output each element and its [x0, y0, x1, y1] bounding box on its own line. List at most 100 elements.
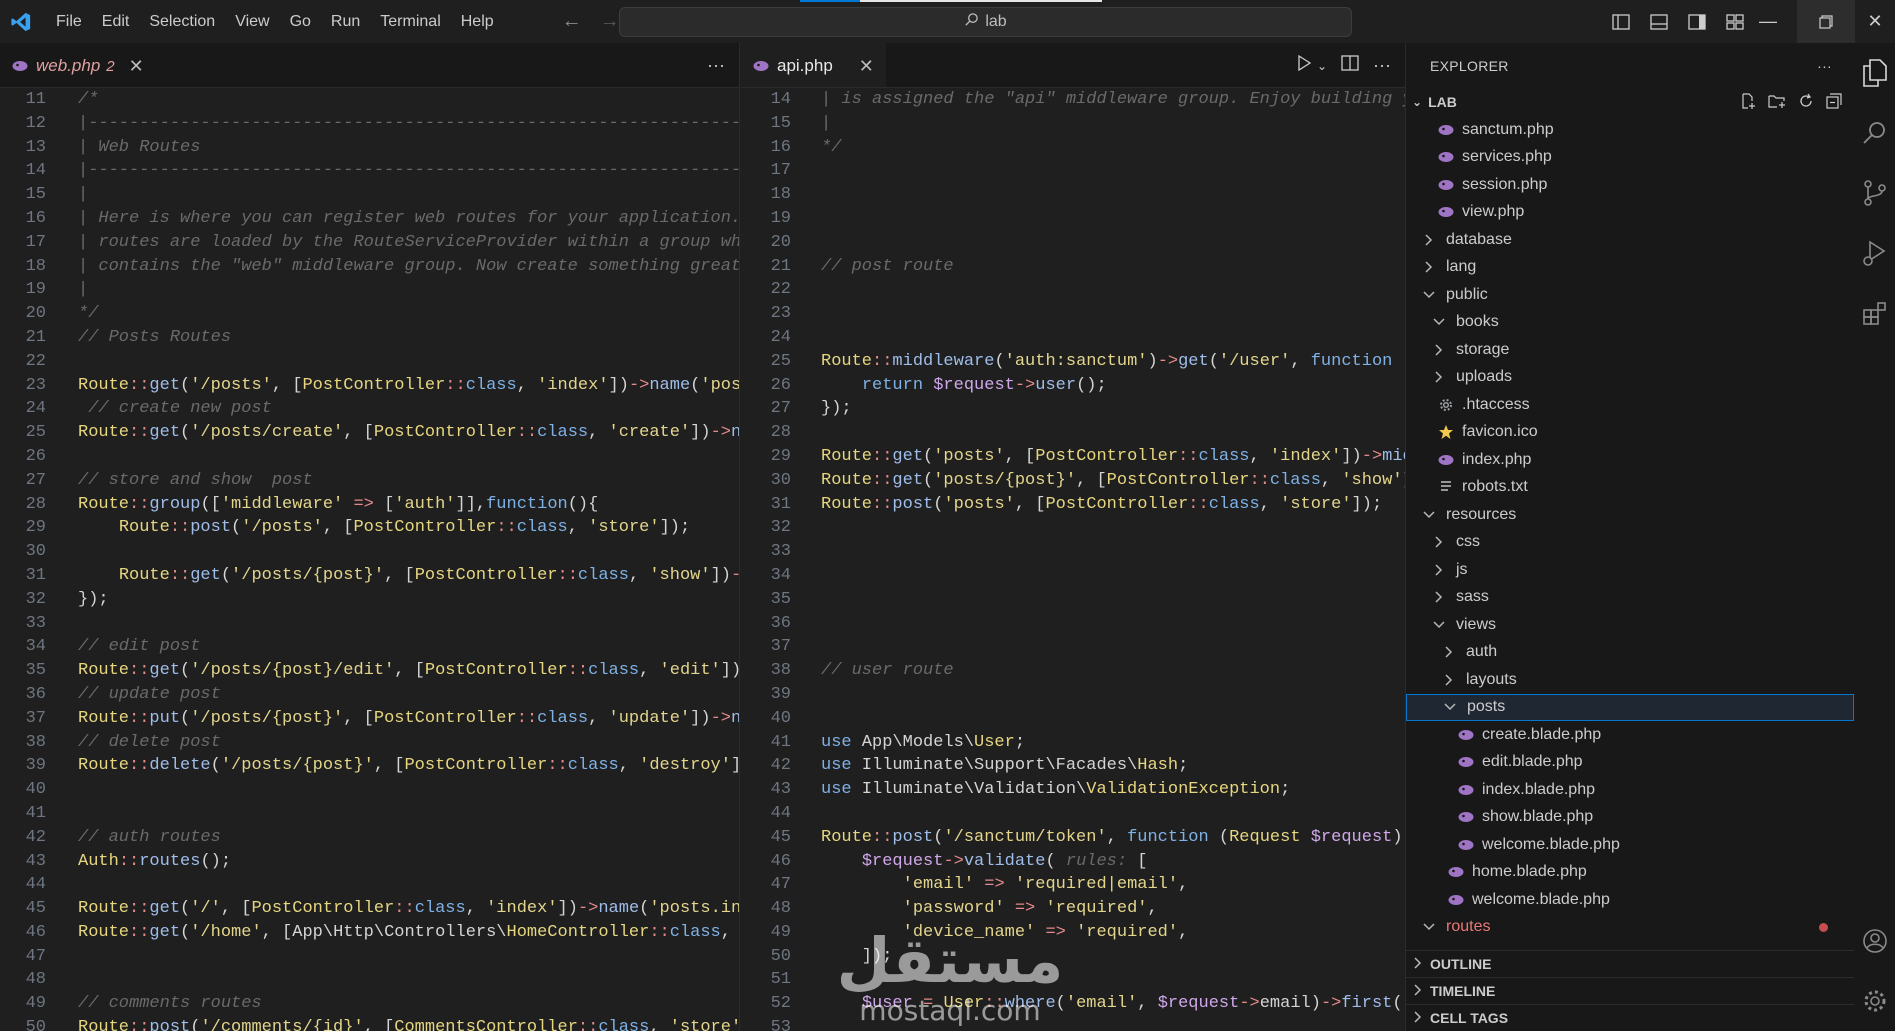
extensions-icon[interactable]: [1854, 283, 1895, 343]
tree-folder[interactable]: posts: [1406, 693, 1854, 721]
menu-go[interactable]: Go: [280, 0, 321, 43]
account-icon[interactable]: [1854, 911, 1895, 971]
favicon-star-icon: [1436, 424, 1456, 440]
tree-folder[interactable]: public: [1406, 281, 1854, 309]
tab-bar-left: web.php 2 ✕ ···: [0, 43, 739, 88]
code-token: ::: [118, 851, 140, 871]
workspace-section-header[interactable]: ⌄ LAB: [1406, 88, 1854, 116]
code-token: App\Models\: [851, 732, 975, 752]
tree-folder[interactable]: routes: [1406, 914, 1854, 942]
split-editor-icon[interactable]: [1341, 55, 1359, 76]
settings-gear-icon[interactable]: [1854, 971, 1895, 1031]
tree-folder[interactable]: database: [1406, 226, 1854, 254]
tree-folder[interactable]: sass: [1406, 584, 1854, 612]
new-folder-icon[interactable]: [1768, 93, 1786, 112]
code-token: function: [1127, 827, 1209, 847]
menu-edit[interactable]: Edit: [92, 0, 140, 43]
tree-file[interactable]: edit.blade.php: [1406, 749, 1854, 777]
section-timeline[interactable]: TIMELINE: [1406, 977, 1854, 1004]
toggle-primary-sidebar-icon[interactable]: [1610, 11, 1632, 33]
tree-folder[interactable]: views: [1406, 611, 1854, 639]
tree-file[interactable]: robots.txt: [1406, 474, 1854, 502]
explorer-icon[interactable]: [1854, 43, 1895, 103]
chevron-right-icon: [1432, 344, 1446, 356]
tree-folder[interactable]: js: [1406, 556, 1854, 584]
menu-run[interactable]: Run: [321, 0, 370, 43]
tree-file[interactable]: .htaccess: [1406, 391, 1854, 419]
code-line: 29 Route::get('posts', [PostController::c…: [741, 445, 1405, 469]
refresh-icon[interactable]: [1798, 93, 1814, 112]
line-number: 43: [770, 780, 791, 800]
code-token: $user: [861, 994, 913, 1014]
line-code: | routes are loaded by the RouteServiceP…: [46, 231, 739, 255]
code-line: 44: [741, 802, 1405, 826]
chevron-down-icon[interactable]: ⌄: [1317, 59, 1327, 73]
more-actions-icon[interactable]: ···: [707, 55, 725, 76]
tree-folder[interactable]: storage: [1406, 336, 1854, 364]
minimize-icon[interactable]: —: [1739, 0, 1797, 43]
tree-folder[interactable]: lang: [1406, 254, 1854, 282]
code-token: return: [861, 375, 924, 395]
menu-help[interactable]: Help: [451, 0, 504, 43]
close-tab-icon[interactable]: ✕: [129, 56, 144, 77]
tree-file[interactable]: welcome.blade.php: [1406, 831, 1854, 859]
code-line: 25 Route::get('/posts/create', [PostContr…: [0, 421, 739, 445]
back-arrow-icon[interactable]: ←: [562, 10, 582, 33]
code-token: ::: [1188, 494, 1209, 514]
code-editor-left[interactable]: 11 /* 12 |---------------------------------…: [0, 88, 739, 1031]
tree-file[interactable]: show.blade.php: [1406, 804, 1854, 832]
code-token: (: [180, 423, 191, 443]
run-icon[interactable]: [1297, 54, 1312, 76]
menu-view[interactable]: View: [225, 0, 279, 43]
tab-web-php[interactable]: web.php 2 ✕: [0, 43, 156, 87]
section-cell-tags[interactable]: CELL TAGS: [1406, 1004, 1854, 1031]
settings-file-icon: [1436, 398, 1456, 412]
tree-file[interactable]: index.blade.php: [1406, 776, 1854, 804]
section-outline[interactable]: OUTLINE: [1406, 950, 1854, 977]
close-window-icon[interactable]: ✕: [1855, 0, 1895, 43]
tree-file[interactable]: home.blade.php: [1406, 859, 1854, 887]
tree-folder[interactable]: css: [1406, 529, 1854, 557]
restore-icon[interactable]: [1797, 0, 1855, 43]
forward-arrow-icon[interactable]: →: [600, 10, 620, 33]
menu-selection[interactable]: Selection: [139, 0, 225, 43]
tree-folder[interactable]: resources: [1406, 501, 1854, 529]
code-token: ]): [557, 899, 578, 919]
code-token: */: [78, 304, 99, 324]
collapse-all-icon[interactable]: [1826, 92, 1842, 112]
tree-folder[interactable]: layouts: [1406, 666, 1854, 694]
tree-file[interactable]: services.php: [1406, 144, 1854, 172]
line-number: 15: [770, 113, 791, 133]
code-token: $request: [1310, 827, 1393, 847]
tab-api-php[interactable]: api.php ✕: [741, 43, 886, 87]
code-line: 19: [741, 207, 1405, 231]
explorer-more-icon[interactable]: ···: [1817, 58, 1832, 74]
toggle-secondary-sidebar-icon[interactable]: [1686, 11, 1708, 33]
line-number: 11: [25, 90, 46, 109]
tree-file[interactable]: favicon.ico: [1406, 419, 1854, 447]
run-debug-icon[interactable]: [1854, 223, 1895, 283]
tree-file[interactable]: welcome.blade.php: [1406, 886, 1854, 914]
code-editor-right[interactable]: 14 | is assigned the "api" middleware gro…: [741, 88, 1405, 1031]
more-actions-icon[interactable]: ···: [1373, 55, 1391, 76]
menu-file[interactable]: File: [46, 0, 92, 43]
close-tab-icon[interactable]: ✕: [859, 56, 874, 77]
tree-file[interactable]: index.php: [1406, 446, 1854, 474]
tree-file[interactable]: session.php: [1406, 171, 1854, 199]
tree-file[interactable]: view.php: [1406, 199, 1854, 227]
tree-item-label: resources: [1446, 505, 1517, 523]
search-icon[interactable]: [1854, 103, 1895, 163]
window-controls: — ✕: [1739, 0, 1895, 43]
tree-file[interactable]: create.blade.php: [1406, 721, 1854, 749]
tree-folder[interactable]: books: [1406, 309, 1854, 337]
menu-terminal[interactable]: Terminal: [370, 0, 450, 43]
source-control-icon[interactable]: [1854, 163, 1895, 223]
tree-file[interactable]: sanctum.php: [1406, 116, 1854, 144]
tree-folder[interactable]: uploads: [1406, 364, 1854, 392]
toggle-panel-icon[interactable]: [1648, 11, 1670, 33]
command-center-search[interactable]: lab: [619, 7, 1352, 37]
new-file-icon[interactable]: [1740, 92, 1756, 112]
tree-folder[interactable]: auth: [1406, 639, 1854, 667]
code-token: class: [537, 708, 589, 728]
layout-controls: [1610, 0, 1746, 43]
